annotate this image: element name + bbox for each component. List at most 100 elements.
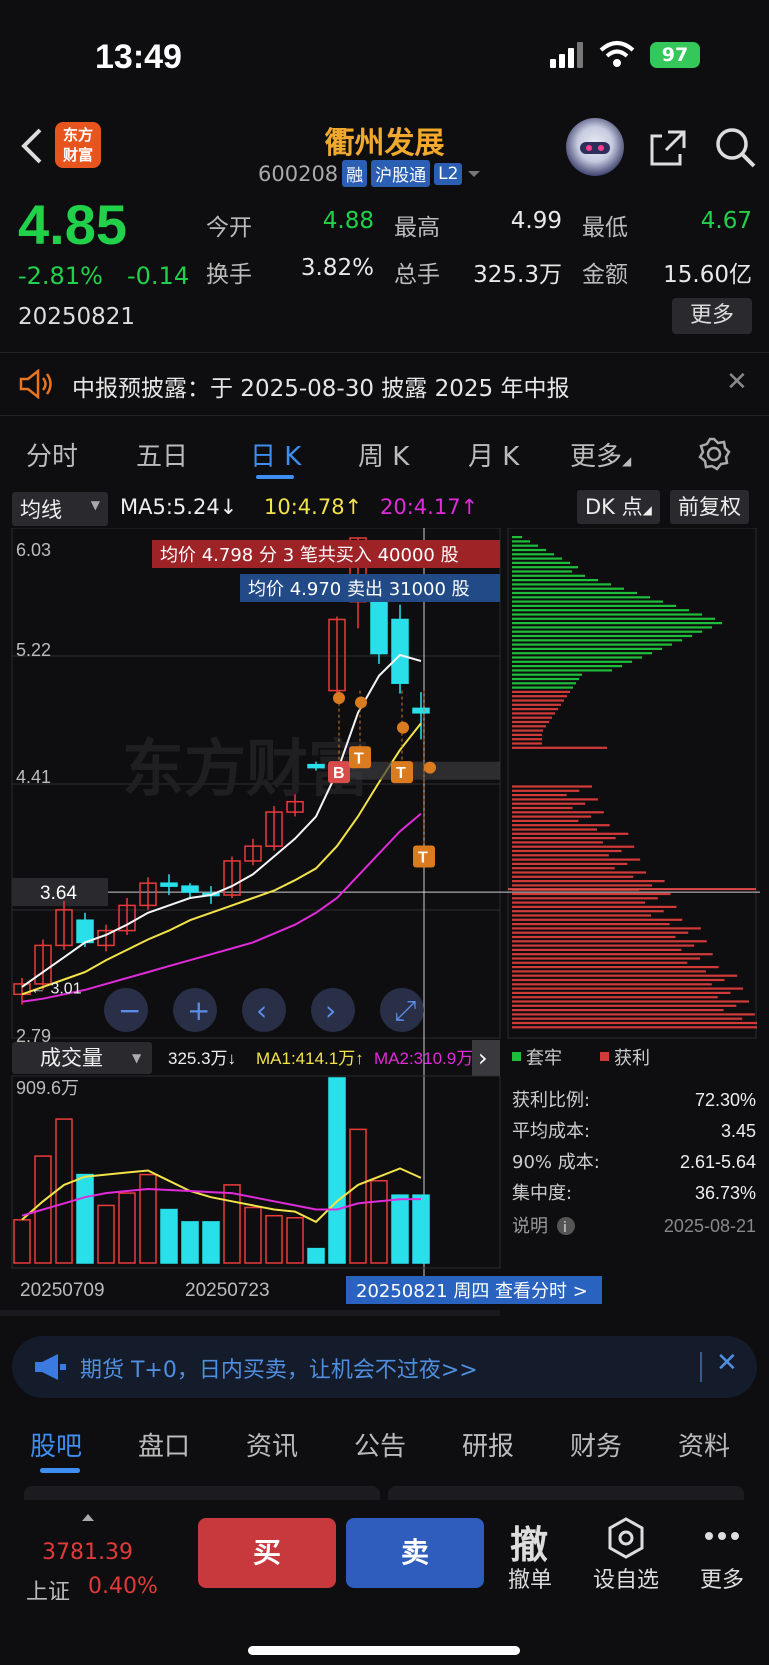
high-label: 最高 — [394, 215, 440, 241]
quote-date: 20250821 — [18, 304, 136, 330]
tab-finance[interactable]: 财务 — [570, 1426, 622, 1463]
chip-bar — [512, 1013, 755, 1016]
chip-bar — [512, 630, 702, 633]
chip-date: 2025-08-21 — [664, 1216, 756, 1236]
chip-bar — [512, 587, 624, 590]
volume-bar — [370, 1180, 388, 1264]
chip-bar — [512, 948, 682, 951]
chip-bar — [512, 940, 707, 943]
chip-bar — [512, 918, 683, 921]
more-actions-label[interactable]: 更多 — [682, 1562, 762, 1594]
chip-bar — [512, 880, 665, 883]
chip-bar — [512, 983, 712, 986]
chip-bar — [512, 652, 652, 655]
indicator-select[interactable]: 均线 ▼ — [12, 492, 108, 526]
tag-margin: 融 — [342, 160, 368, 187]
chip-stat-label: 90% 成本: — [512, 1152, 600, 1173]
notice-bar[interactable]: 中报预披露：于 2025-08-30 披露 2025 年中报 ✕ — [0, 352, 769, 416]
tab-news[interactable]: 资讯 — [246, 1426, 298, 1463]
tab-more[interactable]: 更多◢ — [570, 436, 631, 473]
tab-profile[interactable]: 资料 — [678, 1426, 730, 1463]
chip-bar — [512, 742, 542, 745]
chip-bar — [512, 540, 530, 543]
cancel-order-icon[interactable]: 撤 — [510, 1514, 548, 1569]
chip-bar — [512, 1021, 757, 1025]
assistant-avatar[interactable] — [566, 118, 624, 176]
close-icon[interactable]: ✕ — [726, 367, 748, 397]
chip-bar — [512, 832, 629, 835]
tab-research[interactable]: 研报 — [462, 1426, 514, 1463]
chip-bar — [512, 746, 607, 749]
chip-stat-label: 集中度: — [512, 1183, 572, 1204]
chip-bar — [512, 798, 598, 801]
chip-bar — [512, 974, 738, 977]
trade-marker: T — [396, 765, 406, 782]
volume-ma1: MA1:414.1万↑ — [256, 1049, 364, 1068]
cancel-order-label[interactable]: 撤单 — [490, 1562, 570, 1594]
chip-bar — [512, 548, 546, 552]
chip-bar — [512, 862, 628, 865]
close-icon[interactable]: ✕ — [716, 1348, 738, 1378]
chip-bar — [512, 970, 706, 973]
tab-monthly-k[interactable]: 月 K — [468, 436, 519, 473]
ad-text: 期货 T+0，日内买卖，让机会不过夜>> — [80, 1358, 478, 1383]
tab-guba[interactable]: 股吧 — [30, 1426, 82, 1463]
amount-label: 金额 — [582, 262, 628, 288]
trade-dot — [355, 696, 367, 709]
futures-ad-bar[interactable]: 期货 T+0，日内买卖，让机会不过夜>> ✕ — [12, 1336, 757, 1398]
search-icon[interactable] — [714, 126, 758, 170]
chip-bar — [512, 686, 573, 689]
clock: 13:49 — [95, 38, 182, 76]
volume-bar — [181, 1221, 199, 1264]
index-value[interactable]: 3781.39 — [42, 1540, 133, 1565]
tab-daily-k[interactable]: 日 K — [250, 436, 301, 473]
dk-point-button[interactable]: DK 点◢ — [577, 490, 660, 524]
expand-icon: ⤢ — [394, 994, 416, 1027]
plus-icon: + — [187, 994, 210, 1027]
tab-pankou[interactable]: 盘口 — [138, 1426, 190, 1463]
tab-announcement[interactable]: 公告 — [354, 1426, 406, 1463]
add-watchlist-label[interactable]: 设自选 — [586, 1562, 666, 1594]
wifi-icon — [599, 41, 635, 67]
tab-weekly-k[interactable]: 周 K — [358, 436, 409, 473]
buy-button[interactable]: 买 — [198, 1518, 336, 1588]
chip-bar — [512, 660, 632, 663]
card-preview — [388, 1486, 744, 1500]
tab-intraday[interactable]: 分时 — [26, 436, 78, 473]
amount-value: 15.60亿 — [663, 262, 752, 288]
gear-icon[interactable] — [696, 436, 732, 472]
more-dots-icon[interactable] — [704, 1530, 740, 1542]
x-axis-label: 20250709 — [20, 1280, 105, 1301]
chip-bar — [512, 673, 582, 676]
legend-swatch — [512, 1052, 521, 1061]
add-watchlist-icon[interactable] — [604, 1516, 648, 1560]
kline-chart-area[interactable]: 东方财富6.035.224.412.793.646.03 →← 3.01均价 4… — [0, 527, 769, 1328]
stock-code-row[interactable]: 600208 融 沪股通 L2 — [258, 160, 482, 187]
chip-bar — [512, 536, 522, 539]
adjust-button[interactable]: 前复权 — [670, 490, 749, 524]
tab-five-day[interactable]: 五日 — [136, 436, 188, 473]
kline-svg[interactable]: 东方财富6.035.224.412.793.646.03 →← 3.01均价 4… — [0, 527, 769, 1328]
open-label: 今开 — [206, 215, 252, 241]
chip-bar — [512, 574, 585, 577]
volume-label: 总手 — [394, 262, 440, 288]
chip-stat-label: 获利比例: — [512, 1090, 590, 1111]
chip-bar — [512, 897, 658, 900]
more-quote-button[interactable]: 更多 — [672, 298, 752, 334]
chip-bar — [512, 557, 562, 560]
low-marker: ← 3.01 — [30, 980, 82, 997]
dk-label: DK 点 — [585, 495, 643, 519]
chip-bar — [512, 695, 567, 698]
sell-button[interactable]: 卖 — [346, 1518, 484, 1588]
chip-bar — [512, 845, 635, 848]
notice-text: 中报预披露：于 2025-08-30 披露 2025 年中报 — [72, 376, 570, 402]
chip-bar — [512, 716, 552, 719]
trade-dot — [333, 692, 345, 704]
share-icon[interactable] — [648, 128, 688, 168]
chip-bar — [512, 824, 610, 827]
volume-bar — [223, 1184, 241, 1264]
trade-dot — [424, 761, 436, 774]
chip-bar — [512, 914, 651, 917]
signal-icon — [550, 42, 583, 68]
tag-l2: L2 — [434, 162, 463, 185]
